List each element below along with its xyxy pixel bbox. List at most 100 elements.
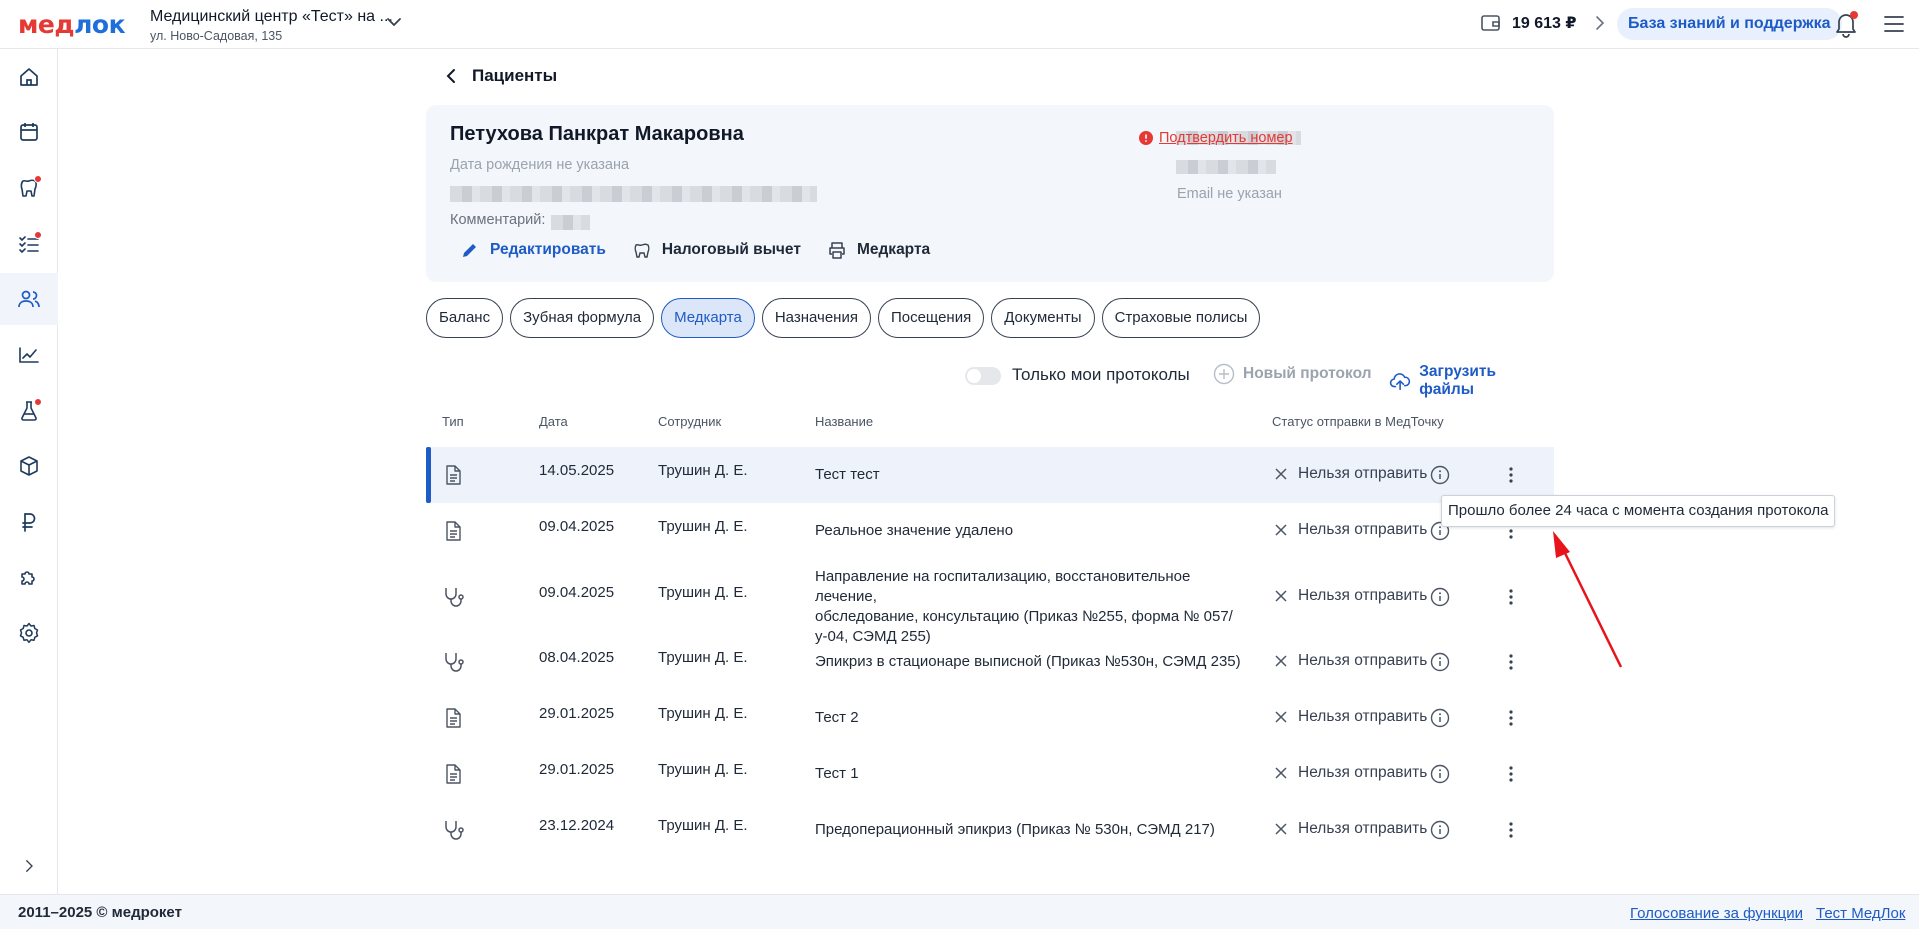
row-date: 09.04.2025 bbox=[539, 583, 615, 601]
row-title-line: обследование, консультацию (Приказ №255,… bbox=[815, 607, 1233, 625]
chevron-down-icon[interactable] bbox=[384, 12, 404, 32]
sidebar-item-integrations[interactable] bbox=[0, 552, 58, 604]
medcard-print-button[interactable]: Медкарта bbox=[827, 240, 930, 260]
more-vertical-icon[interactable] bbox=[1508, 821, 1514, 839]
row-date: 29.01.2025 bbox=[539, 761, 615, 778]
new-protocol-button[interactable]: Новый протокол bbox=[1213, 363, 1372, 385]
info-icon[interactable] bbox=[1430, 465, 1450, 485]
toggle-label: Только мои протоколы bbox=[1012, 365, 1190, 384]
table-row[interactable]: 23.12.2024 Трушин Д. Е. Предоперационный э… bbox=[426, 802, 1554, 858]
medlok-logo[interactable]: медлок bbox=[18, 10, 126, 39]
row-title-line: Тест 2 bbox=[815, 709, 859, 726]
row-title-line: Тест тест bbox=[815, 466, 880, 483]
blurred-phone-secondary bbox=[1176, 160, 1276, 174]
table-row[interactable]: 09.04.2025 Трушин Д. Е. Реальное значение … bbox=[426, 503, 1554, 559]
sidebar-item-patients[interactable] bbox=[0, 273, 58, 325]
sidebar-item-tasks[interactable] bbox=[0, 218, 58, 270]
vote-features-link[interactable]: Голосование за функции bbox=[1630, 905, 1803, 922]
row-employee: Трушин Д. Е. bbox=[658, 649, 748, 666]
info-icon[interactable] bbox=[1430, 764, 1450, 784]
info-icon[interactable] bbox=[1430, 652, 1450, 672]
more-vertical-icon[interactable] bbox=[1508, 588, 1514, 606]
table-row[interactable]: 14.05.2025 Трушин Д. Е. Тест тест Нельзя от… bbox=[426, 447, 1554, 503]
balance-widget[interactable]: 19 613 ₽ bbox=[1480, 13, 1607, 33]
gear-icon bbox=[19, 622, 39, 644]
more-vertical-icon[interactable] bbox=[1508, 765, 1514, 783]
row-employee: Трушин Д. Е. bbox=[658, 583, 748, 601]
info-icon[interactable] bbox=[1430, 587, 1450, 607]
row-date: 14.05.2025 bbox=[539, 462, 615, 479]
document-icon bbox=[442, 464, 464, 486]
row-title[interactable]: Тест 1 bbox=[815, 764, 1255, 784]
notification-dot bbox=[34, 231, 42, 239]
wallet-icon bbox=[1481, 15, 1500, 31]
sidebar-item-lab[interactable] bbox=[0, 385, 58, 437]
tab-2[interactable]: Зубная формула bbox=[510, 298, 655, 338]
status-tooltip: Прошло более 24 часа с момента создания … bbox=[1441, 495, 1836, 527]
info-icon[interactable] bbox=[1430, 820, 1450, 840]
clinic-selector[interactable]: Медицинский центр «Тест» на ... ул. Ново… bbox=[150, 8, 393, 43]
test-medlok-link[interactable]: Тест МедЛок bbox=[1816, 905, 1905, 922]
info-icon[interactable] bbox=[1430, 708, 1450, 728]
tab-6[interactable]: Документы bbox=[991, 298, 1095, 338]
table-row[interactable]: 08.04.2025 Трушин Д. Е. Эпикриз в стациона… bbox=[426, 634, 1554, 690]
sidebar-item-settings[interactable] bbox=[0, 607, 58, 659]
blurred-address bbox=[450, 186, 817, 202]
row-employee: Трушин Д. Е. bbox=[658, 705, 748, 722]
tax-deduction-button[interactable]: Налоговый вычет bbox=[632, 240, 801, 260]
tab-5[interactable]: Посещения bbox=[877, 298, 985, 338]
only-my-protocols-toggle[interactable] bbox=[965, 367, 1001, 385]
sidebar-item-warehouse[interactable] bbox=[0, 440, 58, 492]
tab-3[interactable]: Медкарта bbox=[661, 298, 755, 338]
page-title: Пациенты bbox=[472, 66, 558, 85]
sidebar-item-dental[interactable] bbox=[0, 162, 58, 214]
tab-4[interactable]: Назначения bbox=[761, 298, 871, 338]
more-vertical-icon[interactable] bbox=[1508, 653, 1514, 671]
more-vertical-icon[interactable] bbox=[1508, 466, 1514, 484]
clinic-name: Медицинский центр «Тест» на ... bbox=[150, 8, 393, 25]
row-title-line: Реальное значение удалено bbox=[815, 522, 1014, 539]
confirm-phone-link[interactable]: Подтвердить номер bbox=[1139, 130, 1293, 146]
upload-files-button[interactable]: Загрузить файлы bbox=[1389, 363, 1545, 399]
ruble-icon bbox=[22, 513, 36, 532]
close-icon bbox=[1275, 767, 1287, 779]
row-status: Нельзя отправить bbox=[1274, 820, 1427, 838]
row-title[interactable]: Тест 2 bbox=[815, 708, 1255, 728]
tab-1[interactable]: Баланс bbox=[426, 298, 504, 338]
edit-button[interactable]: Редактировать bbox=[460, 240, 606, 260]
row-status: Нельзя отправить bbox=[1274, 652, 1427, 670]
sidebar-item-analytics[interactable] bbox=[0, 329, 58, 381]
stethoscope-icon bbox=[442, 586, 464, 608]
sidebar-item-home[interactable] bbox=[0, 51, 58, 103]
patient-tabs: Баланс Зубная формула Медкарта Назначения По… bbox=[426, 298, 1261, 338]
breadcrumb[interactable]: Пациенты bbox=[444, 66, 557, 86]
row-title[interactable]: Предоперационный эпикриз (Приказ № 530н,… bbox=[815, 820, 1255, 840]
table-row[interactable]: 09.04.2025 Трушин Д. Е. Направление на гос… bbox=[426, 559, 1554, 645]
box-icon bbox=[20, 456, 38, 476]
chevron-left-icon[interactable] bbox=[444, 67, 458, 85]
calendar-icon bbox=[20, 123, 38, 141]
knowledge-base-button[interactable]: База знаний и поддержка bbox=[1617, 8, 1842, 40]
row-title-line: Направление на госпитализацию, восстанов… bbox=[815, 567, 1191, 605]
table-row[interactable]: 29.01.2025 Трушин Д. Е. Тест 1 Нельзя отпра… bbox=[426, 746, 1554, 802]
close-icon bbox=[1275, 468, 1287, 480]
sidebar-item-calendar[interactable] bbox=[0, 106, 58, 158]
table-row[interactable]: 29.01.2025 Трушин Д. Е. Тест 2 Нельзя отпра… bbox=[426, 690, 1554, 746]
plus-circle-icon bbox=[1213, 363, 1235, 385]
more-vertical-icon[interactable] bbox=[1508, 709, 1514, 727]
row-employee: Трушин Д. Е. bbox=[658, 518, 748, 535]
menu-icon[interactable] bbox=[1883, 14, 1905, 34]
column-header-status: Статус отправки в МедТочку bbox=[1272, 414, 1444, 429]
tab-7[interactable]: Страховые полисы bbox=[1101, 298, 1261, 338]
sidebar-item-finance[interactable] bbox=[0, 496, 58, 548]
notification-dot bbox=[34, 175, 42, 183]
printer-icon bbox=[829, 242, 845, 259]
row-title[interactable]: Реальное значение удалено bbox=[815, 521, 1255, 541]
home-icon bbox=[20, 68, 38, 86]
copyright: 2011–2025 © медрокет bbox=[18, 904, 182, 921]
row-title[interactable]: Тест тест bbox=[815, 465, 1255, 485]
sidebar-expand-button[interactable] bbox=[0, 840, 58, 892]
row-title[interactable]: Эпикриз в стационаре выписной (Приказ №5… bbox=[815, 652, 1255, 672]
cloud-upload-icon bbox=[1389, 373, 1411, 391]
clinic-address: ул. Ново-Садовая, 135 bbox=[150, 29, 283, 43]
